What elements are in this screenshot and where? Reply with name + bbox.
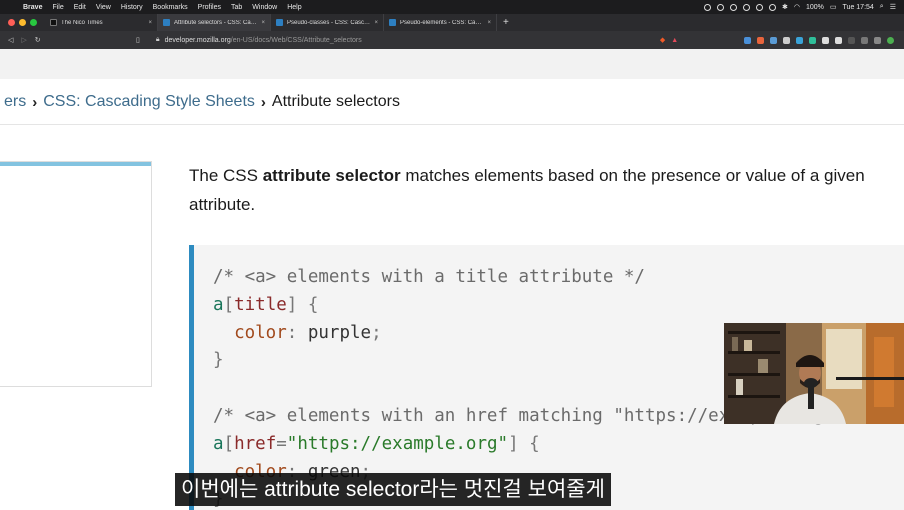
menu-tab[interactable]: Tab bbox=[226, 4, 247, 11]
new-tab-button[interactable]: + bbox=[497, 17, 515, 28]
tab-attribute-selectors[interactable]: Attribute selectors - CSS: Cascad × bbox=[158, 14, 271, 31]
status-area: ✱ ◠ 100% ▭ Tue 17:54 ⌕ ☰ bbox=[704, 3, 904, 11]
code-comment: /* <a> elements with a title attribute *… bbox=[213, 267, 645, 287]
mdn-favicon-icon bbox=[163, 19, 170, 26]
extension-icon[interactable] bbox=[809, 36, 816, 44]
video-subtitle: 이번에는 attribute selector라는 멋진걸 보여줄게 bbox=[175, 473, 611, 506]
status-icon[interactable] bbox=[730, 3, 738, 11]
control-center-icon[interactable]: ☰ bbox=[890, 3, 896, 11]
menu-profiles[interactable]: Profiles bbox=[193, 4, 226, 11]
webcam-overlay bbox=[724, 323, 904, 424]
search-icon[interactable]: ⌕ bbox=[880, 3, 884, 11]
breadcrumb: ers › CSS: Cascading Style Sheets › Attr… bbox=[4, 93, 400, 111]
status-icon[interactable] bbox=[717, 3, 725, 11]
breadcrumb-current: Attribute selectors bbox=[271, 93, 400, 110]
clock[interactable]: Tue 17:54 bbox=[843, 4, 874, 11]
breadcrumb-link-css[interactable]: CSS: Cascading Style Sheets bbox=[43, 93, 255, 111]
extension-icon[interactable] bbox=[861, 36, 868, 44]
close-tab-icon[interactable]: × bbox=[148, 20, 152, 26]
status-icon[interactable] bbox=[769, 3, 777, 11]
url-field[interactable]: 🔒︎ developer.mozilla.org/en-US/docs/Web/… bbox=[140, 36, 660, 44]
tab-label: Attribute selectors - CSS: Cascad bbox=[174, 19, 258, 26]
tab-pseudo-classes[interactable]: Pseudo-classes - CSS: Cascadin × bbox=[271, 14, 384, 31]
extension-icon[interactable] bbox=[874, 36, 881, 44]
extension-icon[interactable] bbox=[757, 36, 764, 44]
mdn-header-strip bbox=[0, 49, 904, 79]
menu-help[interactable]: Help bbox=[282, 4, 306, 11]
battery-percent: 100% bbox=[806, 3, 824, 11]
menu-file[interactable]: File bbox=[47, 4, 68, 11]
menu-edit[interactable]: Edit bbox=[69, 4, 91, 11]
wifi-icon[interactable]: ◠ bbox=[794, 3, 800, 11]
forward-icon[interactable]: ▷ bbox=[21, 36, 26, 44]
status-icon[interactable] bbox=[704, 3, 712, 11]
mdn-favicon-icon bbox=[276, 19, 283, 26]
extension-icon[interactable] bbox=[744, 36, 751, 44]
menu-window[interactable]: Window bbox=[247, 4, 282, 11]
macos-menubar: Brave File Edit View History Bookmarks P… bbox=[0, 0, 904, 14]
bookmark-icon[interactable]: ▯ bbox=[120, 36, 140, 44]
menu-history[interactable]: History bbox=[116, 4, 148, 11]
sidebar-accent-bar bbox=[0, 162, 151, 166]
sidebar-panel bbox=[0, 161, 152, 387]
bluetooth-icon[interactable]: ✱ bbox=[782, 3, 788, 11]
menu-app-name[interactable]: Brave bbox=[18, 4, 47, 11]
extension-icon[interactable] bbox=[796, 36, 803, 44]
tab-label: Pseudo-elements - CSS: Cascad bbox=[400, 19, 484, 26]
minimize-window-button[interactable] bbox=[19, 19, 26, 26]
address-bar-row: ◁ ▷ ↻ ▯ 🔒︎ developer.mozilla.org/en-US/d… bbox=[0, 31, 904, 49]
menu-view[interactable]: View bbox=[91, 4, 116, 11]
intro-paragraph: The CSS attribute selector matches eleme… bbox=[189, 166, 865, 214]
extension-icon[interactable] bbox=[848, 36, 855, 44]
extension-icon[interactable] bbox=[822, 36, 829, 44]
tab-strip: The Nico Times × Attribute selectors - C… bbox=[0, 14, 904, 31]
window-controls bbox=[0, 19, 45, 26]
close-tab-icon[interactable]: × bbox=[261, 20, 265, 26]
battery-icon[interactable]: ▭ bbox=[830, 3, 837, 11]
url-path: /en-US/docs/Web/CSS/Attribute_selectors bbox=[230, 36, 362, 44]
chevron-right-icon: › bbox=[32, 93, 38, 111]
tab-label: The Nico Times bbox=[61, 19, 103, 26]
close-tab-icon[interactable]: × bbox=[487, 20, 491, 26]
extension-icon[interactable] bbox=[770, 36, 777, 44]
lock-icon[interactable]: 🔒︎ bbox=[156, 36, 160, 44]
zoom-window-button[interactable] bbox=[30, 19, 37, 26]
close-tab-icon[interactable]: × bbox=[374, 20, 378, 26]
extensions-toolbar bbox=[744, 36, 904, 44]
code-attribute: title bbox=[234, 294, 287, 315]
url-host: developer.mozilla.org bbox=[164, 36, 231, 44]
nav-buttons: ◁ ▷ ↻ bbox=[0, 36, 120, 44]
divider bbox=[0, 124, 904, 125]
tab-nico-times[interactable]: The Nico Times × bbox=[45, 14, 158, 31]
close-window-button[interactable] bbox=[8, 19, 15, 26]
status-icon[interactable] bbox=[756, 3, 764, 11]
page-content: ers › CSS: Cascading Style Sheets › Attr… bbox=[0, 49, 904, 510]
reload-icon[interactable]: ↻ bbox=[35, 36, 41, 44]
intro-bold-term: attribute selector bbox=[262, 166, 401, 185]
chevron-right-icon: › bbox=[260, 93, 266, 111]
profile-avatar[interactable] bbox=[887, 36, 894, 44]
tab-label: Pseudo-classes - CSS: Cascadin bbox=[287, 19, 371, 26]
status-icon[interactable] bbox=[743, 3, 751, 11]
breadcrumb-link-partial[interactable]: ers bbox=[4, 93, 26, 111]
extension-icon[interactable] bbox=[835, 36, 842, 44]
tab-pseudo-elements[interactable]: Pseudo-elements - CSS: Cascad × bbox=[384, 14, 497, 31]
menu-bookmarks[interactable]: Bookmarks bbox=[148, 4, 193, 11]
back-icon[interactable]: ◁ bbox=[8, 36, 13, 44]
extension-icon[interactable] bbox=[783, 36, 790, 44]
mdn-favicon-icon bbox=[389, 19, 396, 26]
site-favicon-icon bbox=[50, 19, 57, 26]
brave-rewards-icon[interactable]: ▲ bbox=[665, 37, 678, 44]
